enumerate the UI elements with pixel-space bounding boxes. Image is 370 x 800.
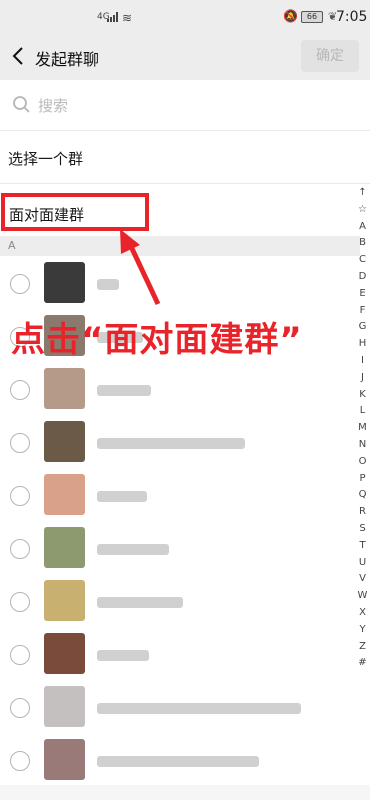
avatar xyxy=(44,686,85,727)
select-group-label: 选择一个群 xyxy=(8,150,84,168)
contact-name xyxy=(97,703,301,714)
contact-name xyxy=(97,597,183,608)
radio-button[interactable] xyxy=(10,539,30,559)
select-group-item[interactable]: 选择一个群 xyxy=(0,131,360,183)
search-placeholder: 搜索 xyxy=(38,97,69,115)
contact-name xyxy=(97,491,147,502)
alphabet-index[interactable]: ↑ ☆ A B C D E F G H I J K L M N O P Q R S T U V W X Y Z # xyxy=(355,185,370,672)
index-letter[interactable]: W xyxy=(355,588,370,605)
contact-row[interactable] xyxy=(0,575,356,628)
avatar xyxy=(44,739,85,780)
page-title: 发起群聊 xyxy=(35,50,100,69)
index-letter[interactable]: ↑ xyxy=(355,185,370,202)
back-arrow-icon[interactable] xyxy=(8,43,30,69)
section-header: A xyxy=(0,236,360,256)
avatar xyxy=(44,421,85,462)
index-letter[interactable]: K xyxy=(355,387,370,404)
clock: 7:05 xyxy=(336,9,368,25)
confirm-button[interactable]: 确定 xyxy=(301,40,359,72)
index-letter[interactable]: T xyxy=(355,538,370,555)
avatar xyxy=(44,633,85,674)
index-letter[interactable]: I xyxy=(355,353,370,370)
index-letter[interactable]: P xyxy=(355,471,370,488)
index-letter[interactable]: ☆ xyxy=(355,202,370,219)
index-letter[interactable]: J xyxy=(355,370,370,387)
index-letter[interactable]: L xyxy=(355,403,370,420)
index-letter[interactable]: Y xyxy=(355,622,370,639)
avatar xyxy=(44,368,85,409)
index-letter[interactable]: S xyxy=(355,521,370,538)
contact-name xyxy=(97,279,119,290)
index-letter[interactable]: M xyxy=(355,420,370,437)
radio-button[interactable] xyxy=(10,698,30,718)
avatar xyxy=(44,474,85,515)
index-letter[interactable]: X xyxy=(355,605,370,622)
radio-button[interactable] xyxy=(10,645,30,665)
contact-name xyxy=(97,385,151,396)
annotation-highlight-box xyxy=(1,193,149,231)
index-letter[interactable]: B xyxy=(355,235,370,252)
index-letter[interactable]: Q xyxy=(355,487,370,504)
radio-button[interactable] xyxy=(10,486,30,506)
avatar xyxy=(44,262,85,303)
radio-button[interactable] xyxy=(10,433,30,453)
index-letter[interactable]: H xyxy=(355,336,370,353)
index-letter[interactable]: O xyxy=(355,454,370,471)
title-bar: 发起群聊 确定 xyxy=(0,34,370,80)
contact-row[interactable] xyxy=(0,681,356,734)
radio-button[interactable] xyxy=(10,380,30,400)
index-letter[interactable]: Z xyxy=(355,639,370,656)
annotation-text: 点击“面对面建群” xyxy=(11,320,303,360)
contact-row[interactable] xyxy=(0,522,356,575)
mute-bell-icon: 🔕 xyxy=(283,9,298,23)
radio-button[interactable] xyxy=(10,592,30,612)
section-letter: A xyxy=(8,239,16,252)
index-letter[interactable]: V xyxy=(355,571,370,588)
radio-button[interactable] xyxy=(10,274,30,294)
search-input[interactable]: 搜索 xyxy=(0,80,370,130)
navigation-bar xyxy=(0,785,370,800)
index-letter[interactable]: F xyxy=(355,303,370,320)
contact-row[interactable] xyxy=(0,628,356,681)
index-letter[interactable]: N xyxy=(355,437,370,454)
contact-name xyxy=(97,544,169,555)
index-letter[interactable]: U xyxy=(355,555,370,572)
search-icon xyxy=(13,96,30,113)
avatar xyxy=(44,527,85,568)
signal-icon xyxy=(107,12,118,22)
index-letter[interactable]: R xyxy=(355,504,370,521)
index-letter[interactable]: C xyxy=(355,252,370,269)
radio-button[interactable] xyxy=(10,751,30,771)
avatar xyxy=(44,580,85,621)
contact-name xyxy=(97,650,149,661)
wifi-icon: ≋ xyxy=(122,11,133,25)
index-letter[interactable]: A xyxy=(355,219,370,236)
contact-row[interactable] xyxy=(0,734,356,787)
contact-name xyxy=(97,756,259,767)
index-letter[interactable]: # xyxy=(355,655,370,672)
status-bar: 4G ≋ 🔕 66 ❦ 7:05 xyxy=(0,0,370,34)
contact-name xyxy=(97,438,245,449)
contact-row[interactable] xyxy=(0,416,356,469)
index-letter[interactable]: E xyxy=(355,286,370,303)
contact-row[interactable] xyxy=(0,257,356,310)
index-letter[interactable]: D xyxy=(355,269,370,286)
contact-row[interactable] xyxy=(0,469,356,522)
index-letter[interactable]: G xyxy=(355,319,370,336)
battery-indicator: 66 xyxy=(301,11,323,23)
contact-row[interactable] xyxy=(0,363,356,416)
